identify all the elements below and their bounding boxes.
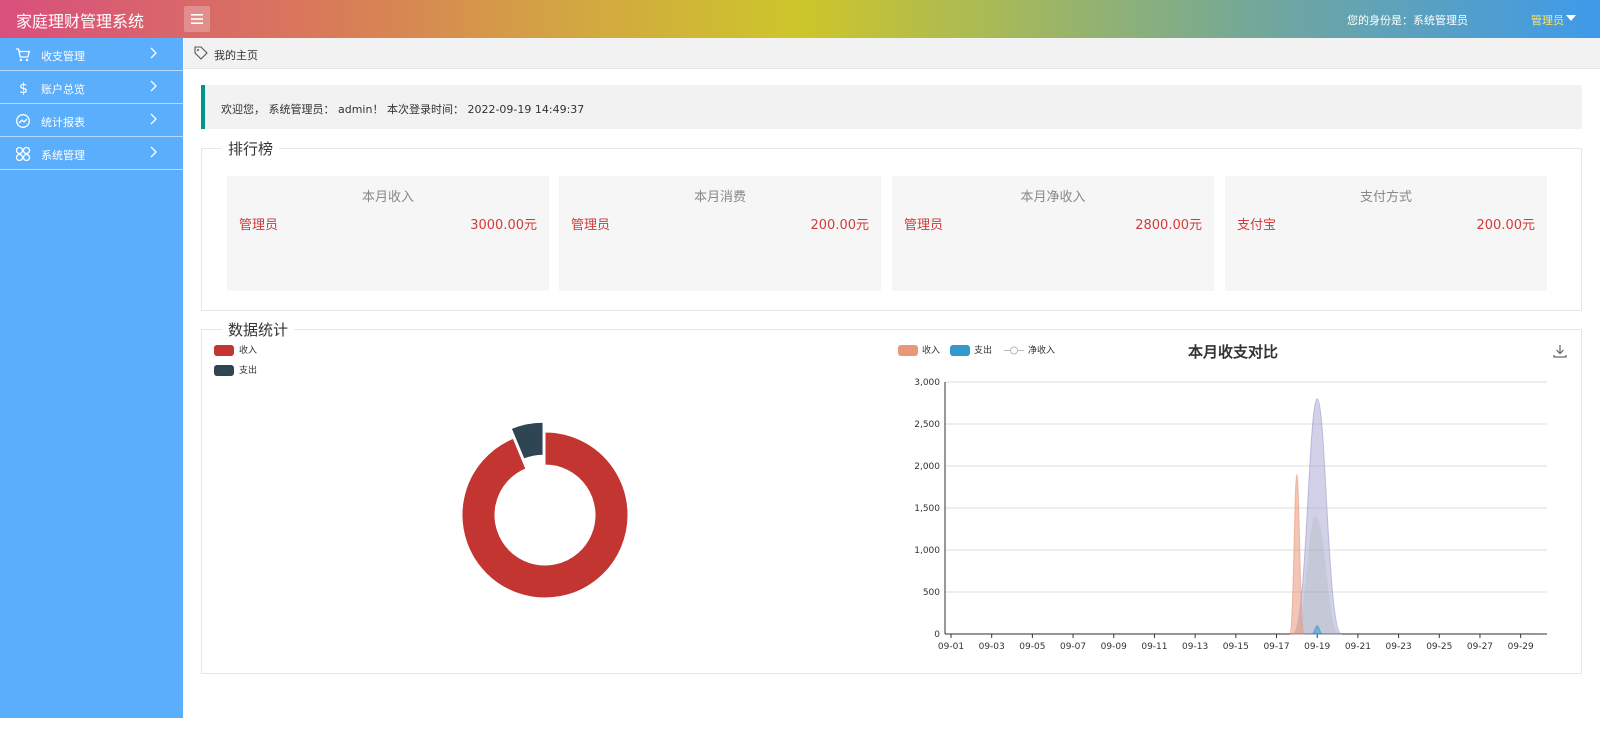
legend-label: 收入	[922, 346, 941, 356]
app-title: 家庭理财管理系统	[16, 12, 145, 31]
caret-down-icon[interactable]	[1566, 15, 1576, 21]
y-tick-label: 0	[934, 630, 940, 640]
legend-item-income[interactable]: 收入	[898, 343, 940, 356]
chevron-right-icon	[150, 47, 157, 59]
tag-icon	[194, 46, 208, 60]
hamburger-icon	[191, 14, 203, 24]
ranking-card-net: 本月净收入 管理员 2800.00元	[892, 176, 1214, 291]
y-tick-label: 1,000	[914, 546, 940, 556]
card-name: 管理员	[571, 218, 611, 233]
series-area-0	[1289, 473, 1305, 635]
pie-slice-0[interactable]	[461, 431, 629, 599]
chevron-right-icon	[150, 113, 157, 125]
user-menu[interactable]: 管理员	[1531, 12, 1564, 28]
x-tick-label: 09-15	[1223, 642, 1249, 652]
y-tick-label: 2,000	[914, 462, 940, 472]
card-value: 200.00元	[810, 218, 870, 233]
legend-swatch	[214, 345, 234, 356]
legend-swatch	[898, 345, 918, 356]
legend-swatch	[950, 345, 970, 356]
y-tick-label: 2,500	[914, 420, 940, 430]
pie-legend-income[interactable]: 收入	[214, 343, 257, 356]
breadcrumb: 我的主页	[184, 38, 1600, 69]
legend-item-net[interactable]: 净收入	[1004, 343, 1055, 356]
x-tick-label: 09-09	[1101, 642, 1127, 652]
card-title: 本月收入	[361, 190, 414, 205]
x-tick-label: 09-05	[1019, 642, 1045, 652]
dollar-icon: $	[19, 81, 28, 96]
sidebar-item-label: 系统管理	[41, 149, 85, 162]
y-tick-label: 1,500	[914, 504, 940, 514]
card-value: 200.00元	[1476, 218, 1536, 233]
x-tick-label: 09-07	[1060, 642, 1086, 652]
sidebar: 收支管理 $ 账户总览 统计报表 系统管理	[0, 38, 183, 718]
sidebar-item-reports[interactable]: 统计报表	[0, 104, 183, 137]
x-tick-label: 09-29	[1508, 642, 1534, 652]
download-icon[interactable]	[1553, 344, 1567, 358]
sidebar-item-label: 账户总览	[41, 83, 85, 96]
card-name: 管理员	[239, 218, 279, 233]
sidebar-item-accounts[interactable]: $ 账户总览	[0, 71, 183, 104]
grid-icon	[15, 146, 31, 162]
legend-label: 支出	[974, 346, 993, 356]
welcome-banner: 欢迎您， 系统管理员： admin！ 本次登录时间： 2022-09-19 14…	[201, 85, 1582, 129]
x-tick-label: 09-21	[1345, 642, 1371, 652]
x-tick-label: 09-19	[1304, 642, 1330, 652]
legend-label: 收入	[239, 346, 258, 356]
x-tick-label: 09-23	[1386, 642, 1412, 652]
ranking-card-payment: 支付方式 支付宝 200.00元	[1225, 176, 1547, 291]
x-tick-label: 09-27	[1467, 642, 1493, 652]
card-value: 3000.00元	[470, 218, 537, 233]
sidebar-item-label: 统计报表	[41, 116, 85, 129]
card-name: 管理员	[904, 218, 944, 233]
ranking-card-income: 本月收入 管理员 3000.00元	[227, 176, 549, 291]
x-tick-label: 09-13	[1182, 642, 1208, 652]
card-title: 本月净收入	[1020, 190, 1086, 205]
pie-legend-expense[interactable]: 支出	[214, 363, 257, 376]
x-tick-label: 09-17	[1263, 642, 1289, 652]
menu-toggle-button[interactable]	[184, 6, 210, 32]
ranking-card-spend: 本月消费 管理员 200.00元	[559, 176, 881, 291]
x-tick-label: 09-03	[979, 642, 1005, 652]
card-title: 支付方式	[1359, 190, 1412, 205]
sidebar-item-label: 收支管理	[41, 50, 85, 63]
sidebar-item-system[interactable]: 系统管理	[0, 137, 183, 170]
top-header: 家庭理财管理系统 您的身份是：系统管理员 管理员	[0, 0, 1600, 38]
ranking-panel: 排行榜 本月收入 管理员 3000.00元 本月消费 管理员 200.00元 本…	[201, 138, 1582, 311]
x-tick-label: 09-25	[1426, 642, 1452, 652]
stats-legend: 数据统计	[222, 319, 295, 340]
welcome-text: 欢迎您， 系统管理员： admin！ 本次登录时间： 2022-09-19 14…	[221, 103, 585, 116]
donut-chart	[461, 421, 629, 599]
cart-icon	[16, 48, 31, 62]
legend-line-swatch	[1004, 346, 1024, 355]
svg-text:$: $	[19, 81, 28, 96]
legend-item-expense[interactable]: 支出	[950, 343, 992, 356]
legend-label: 支出	[239, 366, 258, 376]
card-name: 支付宝	[1237, 218, 1277, 233]
trend-icon	[16, 114, 30, 128]
ranking-legend: 排行榜	[222, 138, 280, 159]
card-title: 本月消费	[693, 190, 746, 205]
x-tick-label: 09-11	[1141, 642, 1167, 652]
legend-swatch	[214, 365, 234, 376]
line-chart-title: 本月收支对比	[1188, 343, 1279, 361]
chevron-right-icon	[150, 80, 157, 92]
card-value: 2800.00元	[1135, 218, 1202, 233]
y-tick-label: 3,000	[914, 378, 940, 388]
chevron-right-icon	[150, 146, 157, 158]
y-tick-label: 500	[923, 588, 940, 598]
sidebar-item-income-expense[interactable]: 收支管理	[0, 38, 183, 71]
income-expense-chart: 0 500 1,000 1,500 2,000 2,500 3,000 09-01 09-03 0…	[914, 378, 1547, 652]
identity-label: 您的身份是：系统管理员	[1347, 14, 1468, 27]
legend-label: 净收入	[1028, 346, 1056, 356]
x-tick-label: 09-01	[938, 642, 964, 652]
breadcrumb-home-tab[interactable]: 我的主页	[214, 47, 258, 63]
